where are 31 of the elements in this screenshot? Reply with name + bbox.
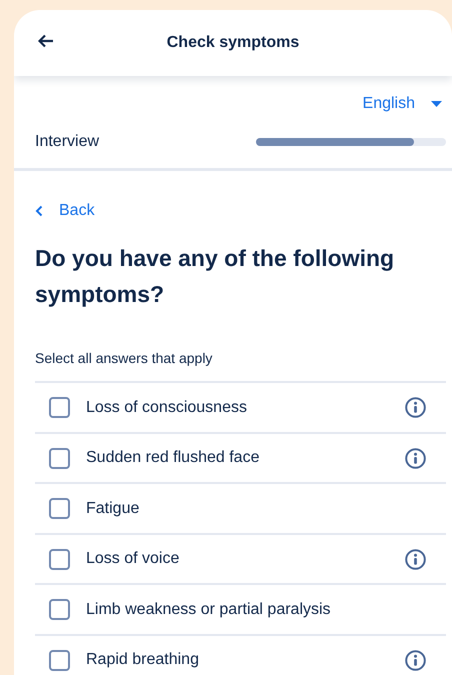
caret-icon[interactable] (431, 101, 442, 107)
info-icon[interactable] (405, 397, 426, 418)
option-label: Rapid breathing (86, 650, 200, 670)
symptom-option[interactable]: Fatigue (35, 482, 446, 533)
symptom-option[interactable]: Rapid breathing (35, 634, 446, 675)
info-icon[interactable] (405, 650, 426, 671)
symptom-option[interactable]: Limb weakness or partial paralysis (35, 583, 446, 634)
progress-label: Interview (35, 132, 100, 152)
page-title: Check symptoms (166, 33, 300, 53)
symptom-option[interactable]: Loss of consciousness (35, 381, 446, 432)
symptom-option[interactable]: Loss of voice (35, 532, 446, 584)
checkbox[interactable] (49, 548, 70, 570)
option-label: Limb weakness or partial paralysis (86, 600, 332, 620)
checkbox[interactable] (49, 448, 70, 469)
checkbox[interactable] (49, 498, 70, 520)
back-link[interactable]: Back (35, 199, 95, 223)
instruction-text: Select all answers that apply (35, 349, 214, 368)
chevron-left-icon[interactable] (35, 205, 43, 217)
checkbox[interactable] (49, 397, 70, 418)
language-dropdown[interactable]: English (362, 92, 442, 116)
info-icon[interactable] (405, 448, 426, 469)
symptom-option[interactable]: Sudden red flushed face (35, 432, 446, 482)
question-text: Do you have any of the following symptoms? (35, 244, 396, 309)
option-label: Sudden red flushed face (86, 448, 260, 468)
option-label: Loss of voice (86, 549, 180, 570)
option-label: Loss of consciousness (86, 398, 248, 418)
back-arrow-icon[interactable] (38, 34, 54, 48)
option-label: Fatigue (86, 498, 140, 519)
info-icon[interactable] (405, 548, 426, 570)
checkbox[interactable] (49, 650, 70, 671)
checkbox[interactable] (49, 599, 70, 620)
